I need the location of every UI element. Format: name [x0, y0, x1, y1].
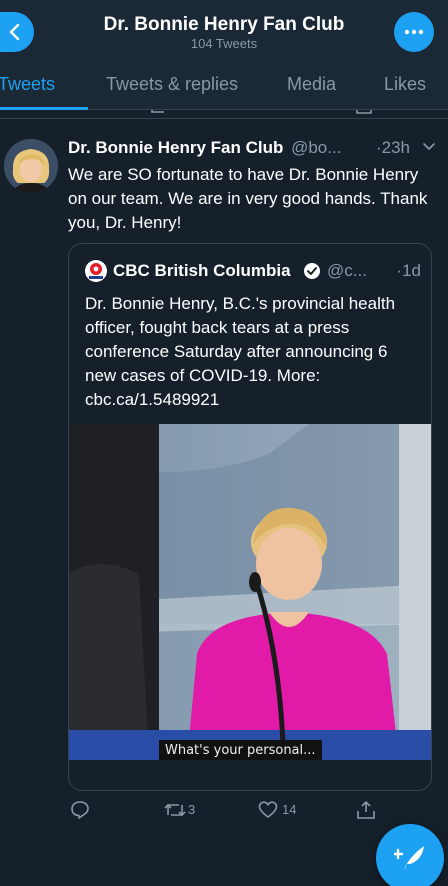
- quoted-author-handle[interactable]: @c...: [327, 260, 367, 282]
- profile-header: Dr. Bonnie Henry Fan Club 104 Tweets: [0, 0, 448, 64]
- compose-tweet-button[interactable]: [376, 824, 444, 886]
- tab-media[interactable]: Media: [287, 74, 336, 95]
- like-count: 14: [282, 802, 297, 817]
- previous-tweet-actions: [0, 110, 448, 118]
- tab-tweets-replies[interactable]: Tweets & replies: [106, 74, 238, 95]
- share-icon: [357, 801, 375, 819]
- tweet-text: We are SO fortunate to have Dr. Bonnie H…: [68, 165, 428, 232]
- video-player[interactable]: What's your personal...: [69, 424, 431, 760]
- back-button[interactable]: [0, 12, 34, 52]
- video-caption: What's your personal...: [159, 740, 322, 760]
- tweet-author-line: Dr. Bonnie Henry Fan Club @bo... ·23h: [68, 137, 440, 159]
- verified-badge-icon: [304, 263, 320, 279]
- tweet-count: 104 Tweets: [190, 36, 258, 51]
- tweet[interactable]: Dr. Bonnie Henry Fan Club @bo... ·23h We…: [0, 118, 448, 830]
- cbc-logo: [85, 260, 107, 282]
- chevron-down-icon[interactable]: [422, 139, 436, 153]
- more-dots-icon: [404, 29, 424, 35]
- author-name[interactable]: Dr. Bonnie Henry Fan Club: [68, 138, 283, 157]
- avatar-image: [4, 139, 58, 193]
- tweet-actions: 3 14: [0, 799, 448, 821]
- profile-tabs: Tweets Tweets & replies Media Likes: [0, 64, 448, 110]
- page-title: Dr. Bonnie Henry Fan Club: [103, 14, 345, 35]
- retweet-icon: [151, 110, 164, 113]
- reply-icon: [71, 801, 89, 819]
- quoted-tweet-text: Dr. Bonnie Henry, B.C.'s provincial heal…: [85, 294, 396, 409]
- like-heart-icon: [258, 801, 278, 818]
- quoted-timestamp[interactable]: ·1d: [396, 260, 421, 282]
- video-frame: [69, 424, 431, 760]
- quoted-tweet[interactable]: CBC British Columbia @c... ·1d Dr. Bonni…: [68, 243, 432, 791]
- more-options-button[interactable]: [394, 12, 434, 52]
- quoted-author-name[interactable]: CBC British Columbia: [113, 260, 291, 282]
- tab-tweets[interactable]: Tweets: [0, 74, 55, 95]
- quoted-author-line: CBC British Columbia @c... ·1d: [85, 260, 425, 282]
- back-arrow-icon: [9, 23, 20, 41]
- tab-likes[interactable]: Likes: [384, 74, 426, 95]
- compose-feather-icon: [394, 846, 424, 870]
- avatar[interactable]: [4, 139, 58, 193]
- retweet-count: 3: [188, 802, 196, 817]
- retweet-icon: [164, 803, 186, 817]
- share-icon: [356, 110, 372, 114]
- author-handle[interactable]: @bo...: [291, 138, 341, 157]
- header-titles: Dr. Bonnie Henry Fan Club 104 Tweets: [60, 14, 388, 52]
- tweet-timestamp[interactable]: ·23h: [376, 137, 410, 159]
